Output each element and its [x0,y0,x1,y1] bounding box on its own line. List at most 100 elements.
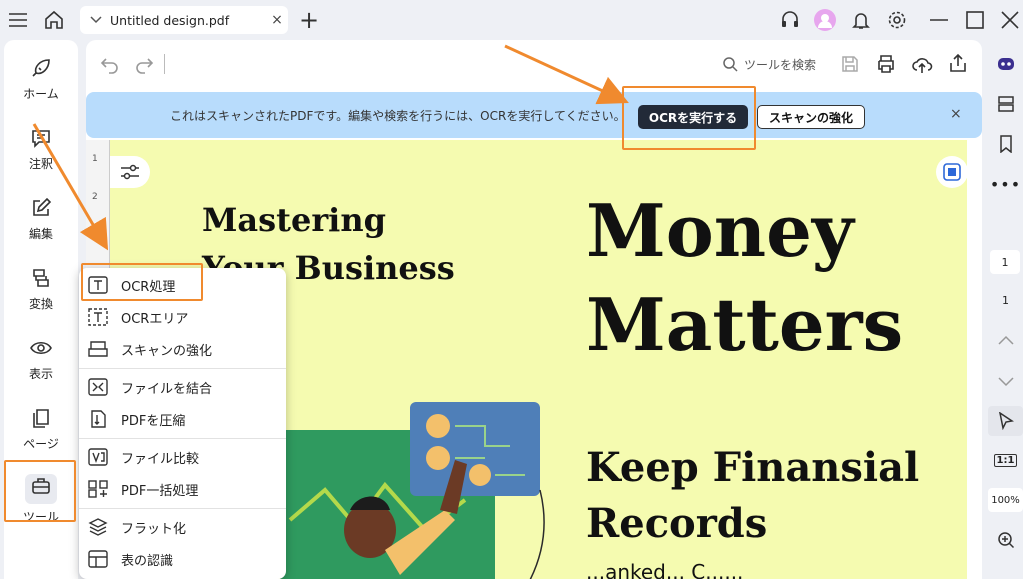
right-sidebar: ••• 1 1 1:1 100% [988,40,1023,579]
undo-icon[interactable] [100,54,120,74]
page-number-input[interactable]: 1 [990,250,1020,274]
menu-item-label: スキャンの強化 [121,343,213,359]
share-icon[interactable] [947,52,969,74]
menu-item-enhance-scan[interactable]: スキャンの強化 [79,334,286,364]
gear-icon[interactable] [885,8,909,32]
tool-search[interactable]: ツールを検索 [722,52,816,76]
panel-layout-icon[interactable] [988,92,1023,116]
sidebar-item-label: 注釈 [28,156,53,171]
enhance-scan-button[interactable]: スキャンの強化 [757,105,865,129]
tab-close-button[interactable]: × [266,12,288,28]
sidebar-item-convert[interactable]: 変換 [4,256,78,322]
bell-icon[interactable] [849,8,873,32]
filter-settings-button[interactable] [110,156,150,188]
banner-message: これはスキャンされたPDFです。編集や検索を行うには、OCRを実行してください。 [170,109,626,123]
toolbar: ツールを検索 [86,40,982,88]
actual-size-button[interactable]: 1:1 [988,448,1023,472]
sidebar-item-label: 表示 [28,366,53,381]
ocr-area-icon [88,308,108,326]
zoom-level[interactable]: 100% [988,488,1023,512]
table-icon [88,550,108,568]
menu-item-ocr-area[interactable]: OCRエリア [79,302,286,332]
ruler-mark: 1 [92,154,98,164]
avatar[interactable] [813,8,837,32]
ocr-banner: これはスキャンされたPDFです。編集や検索を行うには、OCRを実行してください。… [86,92,982,138]
eye-icon [30,341,52,354]
heading-line: Mastering [202,201,386,239]
sidebar-item-label: 変換 [28,296,53,311]
compress-icon [91,410,106,428]
print-icon[interactable] [875,53,897,75]
banner-close-button[interactable]: × [950,106,962,122]
zoom-in-icon[interactable] [988,528,1023,552]
convert-icon [33,268,49,287]
tab-title: Untitled design.pdf [110,12,230,28]
zoom-ratio-label: 1:1 [993,453,1018,467]
batch-icon [88,480,108,498]
scanner-icon [88,341,108,357]
sliders-icon [121,164,139,180]
save-icon[interactable] [840,54,860,74]
search-icon [723,57,738,72]
heading-line: Records [586,500,768,547]
headset-icon[interactable] [778,8,802,32]
chevron-up-icon[interactable] [988,328,1023,352]
sidebar-item-page[interactable]: ページ [4,396,78,462]
sidebar-item-label: ホーム [23,86,59,101]
menu-item-batch[interactable]: PDF一括処理 [79,474,286,504]
sidebar-item-annotate[interactable]: 注釈 [4,116,78,182]
menu-item-label: ファイル比較 [121,451,200,467]
menu-item-label: PDF一括処理 [121,483,199,499]
menu-item-compare[interactable]: ファイル比較 [79,442,286,472]
select-cursor-icon[interactable] [988,406,1023,436]
page-total: 1 [1002,293,1009,307]
heading-line: Matters [586,282,904,367]
pages-icon [33,408,49,428]
minimize-icon[interactable] [927,8,951,32]
illustration-image [280,402,545,579]
page-scan-button[interactable] [936,156,967,188]
heading-keep-records: Keep Finansial Records [586,440,919,552]
sidebar-item-view[interactable]: 表示 [4,326,78,392]
cloud-upload-icon[interactable] [911,53,933,75]
pencil-square-icon [33,197,52,216]
maximize-icon[interactable] [963,8,987,32]
menu-item-label: PDFを圧縮 [121,413,186,429]
sidebar-item-edit[interactable]: 編集 [4,186,78,252]
heading-line: Money [586,188,854,273]
menu-item-flatten[interactable]: フラット化 [79,512,286,542]
sidebar-item-label: 編集 [28,226,53,241]
sidebar-item-home[interactable]: ホーム [4,46,78,112]
title-bar: Untitled design.pdf × + [0,0,1023,40]
redo-icon[interactable] [134,54,154,74]
home-icon[interactable] [42,8,66,32]
menu-item-table-recognition[interactable]: 表の認識 [79,544,286,574]
search-placeholder: ツールを検索 [744,57,817,72]
rocket-icon [32,58,50,77]
hamburger-menu-icon[interactable] [6,8,30,32]
sidebar-item-label: ページ [23,436,59,451]
scan-icon [943,163,961,181]
menu-divider [79,508,286,509]
bookmark-icon[interactable] [988,132,1023,156]
close-window-icon[interactable] [998,8,1022,32]
highlight-ocr-button [622,86,756,150]
ai-assistant-icon[interactable] [988,52,1023,76]
menu-item-label: フラット化 [121,521,187,537]
menu-item-compress[interactable]: PDFを圧縮 [79,404,286,434]
compare-icon [88,448,108,466]
layers-icon [88,518,108,536]
toolbar-divider [164,54,165,74]
new-tab-button[interactable]: + [297,6,321,34]
menu-item-label: ファイルを結合 [121,381,213,397]
menu-divider [79,438,286,439]
highlight-ocr-menu-item [81,263,203,301]
document-tab[interactable]: Untitled design.pdf × [80,6,288,34]
menu-item-label: 表の認識 [121,553,174,569]
highlight-tools-item [4,460,76,522]
menu-item-merge[interactable]: ファイルを結合 [79,372,286,402]
chevron-down-icon[interactable] [988,370,1023,394]
menu-divider [79,368,286,369]
heading-money-matters: Money Matters [586,184,903,372]
more-options-icon[interactable]: ••• [988,172,1023,196]
